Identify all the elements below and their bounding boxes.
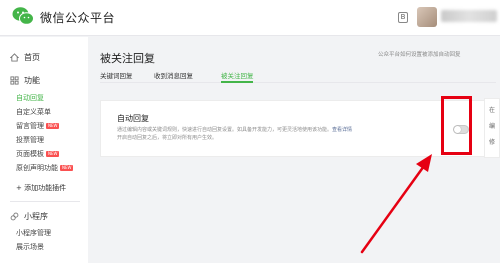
- brand-title[interactable]: 微信公众平台: [40, 9, 115, 26]
- details-link[interactable]: 查看详情: [332, 127, 352, 133]
- sidebar-section-features-label: 功能: [24, 76, 40, 85]
- wechat-logo-icon[interactable]: [12, 6, 34, 26]
- sidebar-item-miniprogram-manage[interactable]: 小程序管理: [16, 228, 51, 238]
- tab-bar: 关键词回复 收到消息回复 被关注回复: [100, 69, 496, 83]
- side-panel-char: 修: [489, 139, 496, 146]
- main-content: 被关注回复 公众平台如何设置被添加自动回复 关键词回复 收到消息回复 被关注回复…: [88, 37, 500, 263]
- tab-message-reply[interactable]: 收到消息回复: [154, 70, 193, 80]
- sidebar-section-miniprogram-label: 小程序: [24, 212, 48, 221]
- new-badge: NEW: [46, 123, 60, 129]
- link-icon: [10, 212, 19, 221]
- side-panel-char: 在: [489, 107, 496, 114]
- annotation-highlight-box: [441, 96, 472, 155]
- grid-icon: [10, 76, 19, 85]
- card-description-line2: 开启自动回复之后，将立即对所有用户生效。: [117, 135, 218, 141]
- side-help-panel[interactable]: 在 编 修: [484, 98, 500, 158]
- sidebar-section-miniprogram[interactable]: 小程序: [10, 211, 48, 222]
- top-header: 微信公众平台 B: [0, 0, 500, 36]
- account-name-blurred[interactable]: [441, 10, 497, 22]
- sidebar-divider: [10, 201, 80, 202]
- card-description: 通过编辑内容或关键词规则，快速进行自动回复设置。如具备开发能力，可更灵活地使用该…: [117, 126, 417, 142]
- side-panel-char: 编: [489, 123, 496, 130]
- home-icon: [10, 53, 19, 62]
- tab-follow-reply[interactable]: 被关注回复: [221, 70, 254, 80]
- tab-keyword-reply[interactable]: 关键词回复: [100, 70, 133, 80]
- active-tab-indicator: [221, 81, 253, 83]
- sidebar-item-display-scenes[interactable]: 展示场景: [16, 242, 44, 252]
- auto-reply-card: 自动回复 通过编辑内容或关键词规则，快速进行自动回复设置。如具备开发能力，可更灵…: [100, 100, 485, 157]
- sidebar-item-votes[interactable]: 投票管理: [16, 135, 44, 145]
- card-title: 自动回复: [117, 114, 149, 123]
- new-badge: NEW: [60, 165, 74, 171]
- sidebar-item-home[interactable]: 首页: [10, 52, 40, 63]
- notification-icon[interactable]: B: [398, 12, 408, 23]
- sidebar-item-comments-label: 留言管理: [16, 122, 44, 130]
- sidebar-section-features[interactable]: 功能: [10, 75, 40, 86]
- help-link[interactable]: 公众平台如何设置被添加自动回复: [378, 50, 461, 58]
- sidebar-item-comments[interactable]: 留言管理 NEW: [16, 121, 60, 131]
- new-badge: NEW: [46, 151, 60, 157]
- sidebar-item-auto-reply[interactable]: 自动回复: [16, 93, 44, 103]
- sidebar-item-page-templates[interactable]: 页面模板 NEW: [16, 149, 60, 159]
- card-description-line1: 通过编辑内容或关键词规则，快速进行自动回复设置。如具备开发能力，可更灵活地使用该…: [117, 127, 333, 133]
- avatar[interactable]: [417, 7, 437, 27]
- sidebar-item-custom-menu[interactable]: 自定义菜单: [16, 107, 51, 117]
- page-title: 被关注回复: [100, 52, 155, 65]
- add-plugin-button[interactable]: + 添加功能插件: [16, 183, 66, 193]
- sidebar-item-page-templates-label: 页面模板: [16, 150, 44, 158]
- sidebar-item-original-declaration-label: 原创声明功能: [16, 164, 58, 172]
- sidebar-item-original-declaration[interactable]: 原创声明功能 NEW: [16, 163, 74, 173]
- sidebar-item-home-label: 首页: [24, 53, 40, 62]
- sidebar: 首页 功能 自动回复 自定义菜单 留言管理 NEW 投票管理 页面模板 NEW 原创…: [0, 37, 88, 263]
